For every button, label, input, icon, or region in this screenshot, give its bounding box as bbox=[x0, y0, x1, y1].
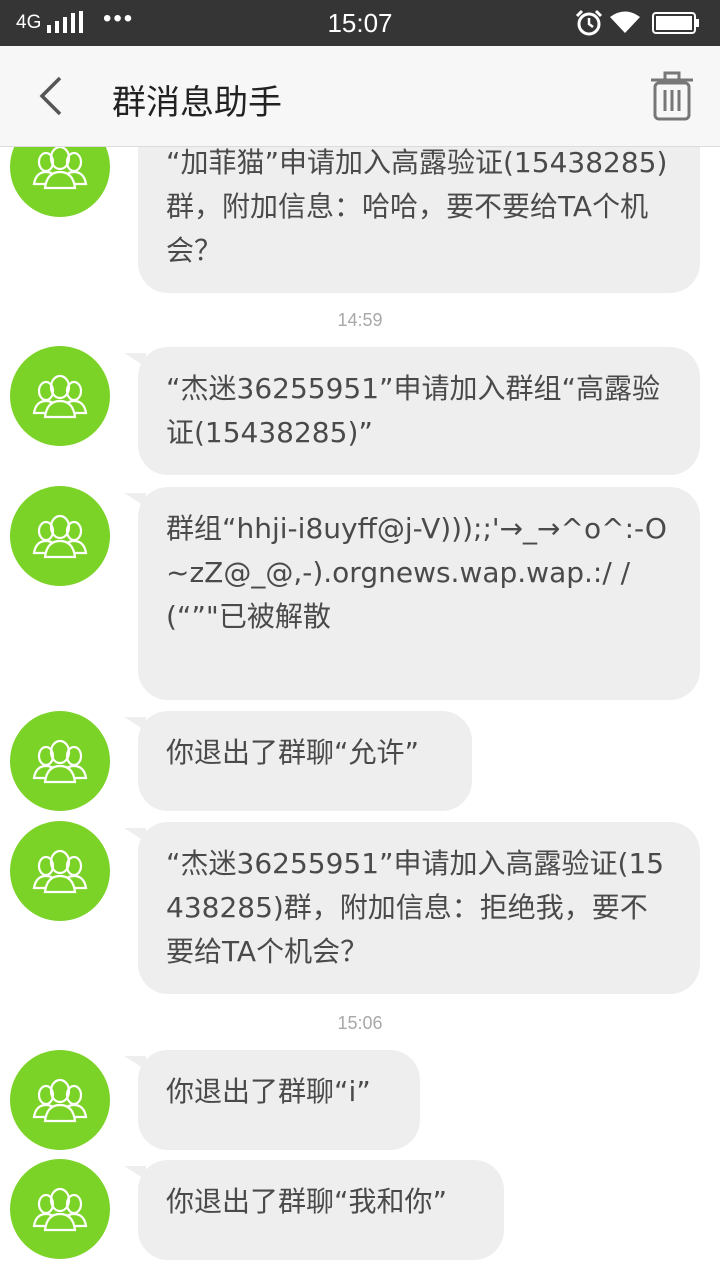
message-bubble[interactable]: “杰迷36255951”申请加入高露验证(15438285)群，附加信息：拒绝我… bbox=[124, 822, 700, 994]
avatar[interactable] bbox=[10, 821, 110, 921]
alarm-icon bbox=[575, 9, 603, 36]
avatar[interactable] bbox=[10, 1050, 110, 1150]
avatar[interactable] bbox=[10, 486, 110, 586]
avatar[interactable] bbox=[10, 1159, 110, 1259]
battery-icon bbox=[652, 12, 699, 34]
group-people-icon bbox=[32, 147, 88, 190]
trash-icon[interactable] bbox=[645, 68, 699, 122]
wifi-icon bbox=[610, 11, 640, 33]
message-bubble[interactable]: 你退出了群聊“我和你” bbox=[124, 1160, 504, 1260]
status-bar: 4G ••• 15:07 bbox=[0, 0, 720, 46]
message-timestamp: 14:59 bbox=[337, 310, 383, 330]
group-people-icon bbox=[32, 1187, 88, 1232]
message-timestamp: 15:06 bbox=[337, 1013, 383, 1033]
avatar[interactable] bbox=[10, 711, 110, 811]
group-people-icon bbox=[32, 374, 88, 419]
group-people-icon bbox=[32, 1078, 88, 1123]
back-chevron-icon[interactable] bbox=[30, 74, 74, 118]
page-title: 群消息助手 bbox=[112, 83, 282, 123]
group-people-icon bbox=[32, 739, 88, 784]
message-bubble[interactable]: “加菲猫”申请加入高露验证(15438285)群，附加信息：哈哈，要不要给TA个… bbox=[138, 147, 700, 293]
message-bubble[interactable]: “杰迷36255951”申请加入群组“高露验证(15438285)” bbox=[124, 347, 700, 475]
avatar[interactable] bbox=[10, 147, 110, 217]
avatar[interactable] bbox=[10, 346, 110, 446]
message-bubble[interactable]: 你退出了群聊“i” bbox=[124, 1050, 420, 1150]
group-people-icon bbox=[32, 514, 88, 559]
app-header: 群消息助手 bbox=[0, 46, 720, 147]
message-bubble[interactable]: 群组“hhji-i8uyff@j-V)));;'→_→^o^:-O~zZ@_@,… bbox=[124, 487, 700, 700]
group-people-icon bbox=[32, 849, 88, 894]
message-bubble[interactable]: 你退出了群聊“允许” bbox=[124, 711, 472, 811]
message-list[interactable]: “加菲猫”申请加入高露验证(15438285)群，附加信息：哈哈，要不要给TA个… bbox=[0, 147, 720, 1280]
